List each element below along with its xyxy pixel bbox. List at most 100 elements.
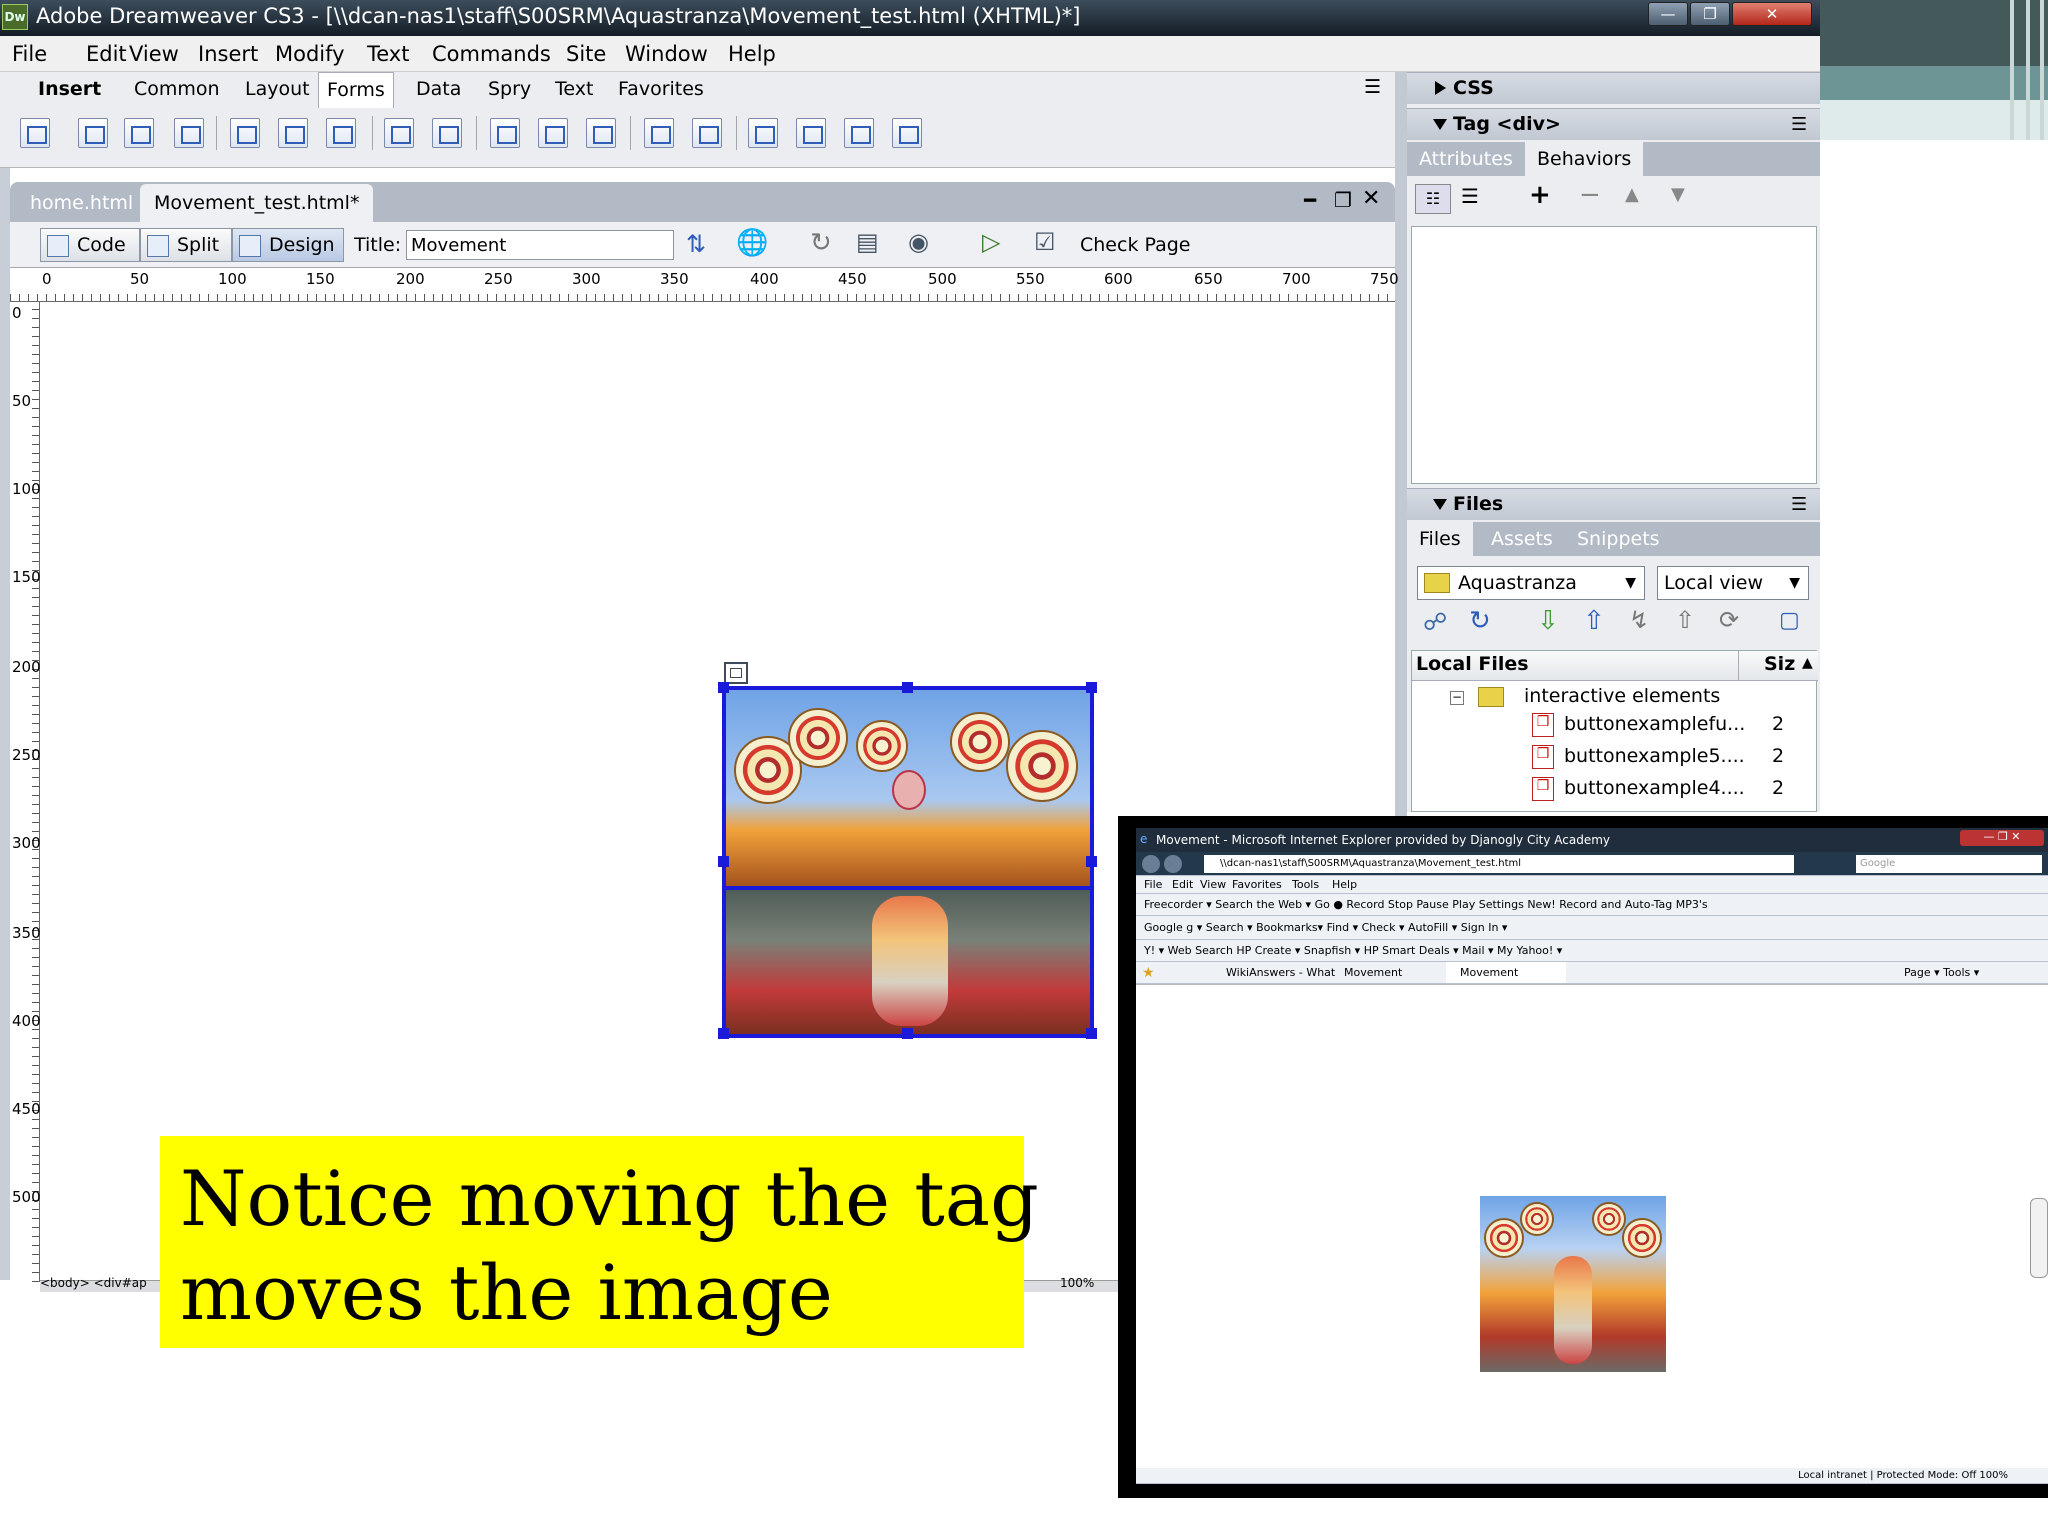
resize-handle-b[interactable] [902, 1028, 913, 1039]
ie-menu-edit[interactable]: Edit [1172, 876, 1193, 893]
tab-files[interactable]: Files [1407, 522, 1473, 556]
validate-markup-icon[interactable]: ▷ [982, 228, 1000, 256]
tree-item-folder[interactable]: interactive elements [1524, 685, 1720, 707]
tab-favorites[interactable]: Favorites [618, 78, 704, 100]
yahoo-toolbar[interactable]: Y! ▾ Web Search HP Create ▾ Snapfish ▾ H… [1136, 940, 2048, 962]
tab-home-html[interactable]: home.html [30, 192, 133, 214]
move-up-icon[interactable]: ▲ [1625, 184, 1639, 205]
image-field-icon[interactable] [490, 118, 520, 148]
back-icon[interactable] [1142, 855, 1160, 873]
ap-div-tab-handle[interactable] [724, 662, 748, 684]
put-files-icon[interactable]: ⇧ [1583, 606, 1605, 636]
address-bar[interactable]: \\dcan-nas1\staff\S00SRM\Aquastranza\Mov… [1204, 855, 1794, 873]
ie-menu-help[interactable]: Help [1332, 876, 1357, 893]
scroll-up-icon[interactable]: ▲ [1802, 655, 1813, 671]
textarea-icon[interactable] [174, 118, 204, 148]
tab-assets[interactable]: Assets [1491, 528, 1553, 550]
col-size[interactable]: Siz [1764, 653, 1795, 675]
tab-layout[interactable]: Layout [245, 78, 310, 100]
jump-menu-icon[interactable] [432, 118, 462, 148]
tag-inspector-header[interactable]: Tag <div> [1407, 108, 1820, 140]
browser-scrollbar-thumb[interactable] [2030, 1198, 2048, 1278]
tab-movement-test-html[interactable]: Movement_test.html* [140, 184, 374, 222]
browser-tools-menu[interactable]: Page ▾ Tools ▾ [1904, 962, 1979, 983]
menu-modify[interactable]: Modify [275, 42, 345, 66]
panel-options-icon[interactable]: ☰ [1364, 76, 1381, 98]
preview-in-browser-icon[interactable]: 🌐 [736, 228, 768, 258]
file-field-icon[interactable] [538, 118, 568, 148]
menu-file[interactable]: File [12, 42, 47, 66]
check-page-label[interactable]: Check Page [1080, 234, 1190, 256]
menu-edit[interactable]: Edit [86, 42, 127, 66]
freecorder-toolbar[interactable]: Freecorder ▾ Search the Web ▾ Go ● Recor… [1136, 894, 2048, 916]
list-menu-icon[interactable] [384, 118, 414, 148]
page-title-input[interactable] [406, 230, 674, 260]
ie-menu-favorites[interactable]: Favorites [1232, 876, 1282, 893]
code-view-button[interactable]: Code [40, 228, 140, 262]
menu-insert[interactable]: Insert [198, 42, 258, 66]
tab-forms[interactable]: Forms [318, 72, 394, 108]
radio-button-icon[interactable] [278, 118, 308, 148]
browser-tab-movement[interactable]: Movement [1344, 962, 1444, 983]
menu-view[interactable]: View [129, 42, 179, 66]
show-set-events-icon[interactable]: ☷ [1415, 184, 1451, 214]
zoom-level[interactable]: 100% [1060, 1277, 1094, 1289]
design-view-button[interactable]: Design [232, 228, 344, 262]
add-behavior-icon[interactable]: + [1529, 180, 1551, 210]
refresh-icon[interactable]: ↻ [810, 228, 832, 258]
menu-window[interactable]: Window [625, 42, 708, 66]
doc-restore-icon[interactable]: ❐ [1334, 188, 1352, 212]
restore-button[interactable]: ❐ [1690, 2, 1730, 26]
view-options-icon[interactable]: ▤ [856, 228, 879, 256]
minimize-button[interactable]: — [1648, 2, 1688, 26]
fieldset-icon[interactable] [692, 118, 722, 148]
tab-attributes[interactable]: Attributes [1419, 148, 1513, 170]
split-view-button[interactable]: Split [140, 228, 232, 262]
resize-handle-tl[interactable] [718, 682, 729, 693]
check-out-icon[interactable]: ↯ [1629, 606, 1649, 634]
ie-menu-view[interactable]: View [1200, 876, 1226, 893]
spry-validation-select-icon[interactable] [796, 118, 826, 148]
menu-site[interactable]: Site [566, 42, 606, 66]
spry-validation-textarea-icon[interactable] [892, 118, 922, 148]
menu-text[interactable]: Text [367, 42, 409, 66]
doc-minimize-icon[interactable]: ━ [1304, 188, 1316, 212]
close-window-button[interactable]: ✕ [1732, 2, 1812, 26]
spry-validation-text-icon[interactable] [748, 118, 778, 148]
get-files-icon[interactable]: ⇩ [1537, 606, 1559, 636]
insert-bar-label[interactable]: Insert [38, 78, 101, 100]
ap-div-selected[interactable] [718, 682, 1097, 1039]
tab-text[interactable]: Text [555, 78, 593, 100]
show-all-events-icon[interactable]: ☰ [1461, 184, 1479, 208]
ie-menu-tools[interactable]: Tools [1292, 876, 1319, 893]
tab-common[interactable]: Common [134, 78, 220, 100]
ie-menu-file[interactable]: File [1144, 876, 1162, 893]
resize-handle-r[interactable] [1086, 856, 1097, 867]
css-panel-header[interactable]: CSS [1407, 72, 1820, 104]
label-icon[interactable] [644, 118, 674, 148]
radio-group-icon[interactable] [326, 118, 356, 148]
doc-close-icon[interactable]: ✕ [1362, 186, 1380, 211]
resize-handle-tr[interactable] [1086, 682, 1097, 693]
resize-handle-bl[interactable] [718, 1028, 729, 1039]
files-panel-options-icon[interactable]: ☰ [1791, 494, 1807, 515]
spry-validation-checkbox-icon[interactable] [844, 118, 874, 148]
google-toolbar[interactable]: Google g ▾ Search ▾ Bookmarks▾ Find ▾ Ch… [1136, 916, 2048, 940]
checkbox-icon[interactable] [230, 118, 260, 148]
hidden-field-icon[interactable] [124, 118, 154, 148]
menu-commands[interactable]: Commands [432, 42, 551, 66]
button-icon[interactable] [586, 118, 616, 148]
check-page-icon[interactable]: ☑ [1034, 228, 1056, 256]
move-down-icon[interactable]: ▼ [1671, 184, 1685, 205]
resize-handle-l[interactable] [718, 856, 729, 867]
forward-icon[interactable] [1164, 855, 1182, 873]
form-icon[interactable] [20, 118, 50, 148]
browser-tab-movement-active[interactable]: Movement [1446, 962, 1566, 983]
browser-tab-wikianswers[interactable]: WikiAnswers - What does ... [1226, 962, 1336, 983]
tag-panel-options-icon[interactable]: ☰ [1791, 114, 1807, 135]
menu-help[interactable]: Help [728, 42, 776, 66]
site-select[interactable]: Aquastranza ▼ [1417, 566, 1645, 600]
tag-selector[interactable]: <body> <div#ap [40, 1277, 147, 1289]
tree-item-file[interactable]: buttonexample5.... [1564, 745, 1745, 767]
tree-item-file[interactable]: buttonexample4.... [1564, 777, 1745, 799]
